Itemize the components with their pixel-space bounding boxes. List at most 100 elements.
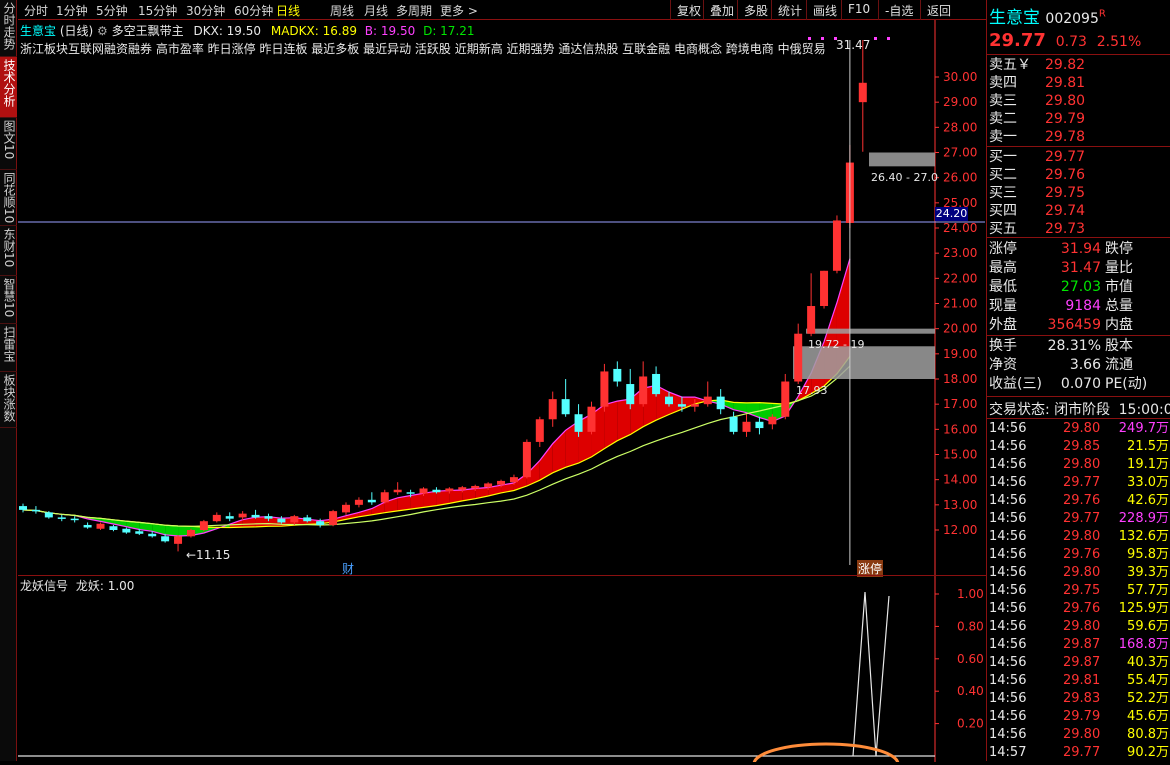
candle-body[interactable] (561, 399, 570, 415)
kline-chart[interactable]: 30.00 29.00 28.00 27.00 26.00 25.00 24.00 23.00… (18, 20, 986, 577)
sell-level-4[interactable]: 卖四 29.81 (987, 74, 1170, 92)
period-tab-1[interactable]: 1分钟 (56, 2, 88, 19)
left-tab-5[interactable]: 智慧10 (0, 276, 17, 324)
period-tab-7[interactable]: 周线 (330, 2, 354, 19)
toolbar-button-4[interactable]: 画线 (806, 0, 843, 20)
candle-body[interactable] (83, 524, 92, 528)
candle-body[interactable] (122, 528, 131, 533)
candle-body[interactable] (574, 414, 583, 432)
buy-level-3[interactable]: 买三 29.75 (987, 184, 1170, 202)
period-tab-4[interactable]: 30分钟 (186, 2, 225, 19)
candle-body[interactable] (393, 489, 402, 493)
candle-body[interactable] (225, 516, 234, 519)
candle-body[interactable] (380, 492, 389, 503)
toolbar-button-3[interactable]: 统计 (771, 0, 808, 20)
candle-body[interactable] (832, 220, 841, 271)
candle-body[interactable] (419, 488, 428, 494)
candle-body[interactable] (535, 419, 544, 442)
candle-body[interactable] (781, 381, 790, 417)
indicator-panel[interactable]: 1.00 0.80 0.60 0.40 0.20 龙妖信号 龙妖: 1.00 (18, 575, 986, 765)
toolbar-button-1[interactable]: 叠加 (703, 0, 740, 20)
candle-body[interactable] (329, 511, 338, 525)
candle-body[interactable] (354, 499, 363, 505)
candle-body[interactable] (484, 483, 493, 488)
candle-body[interactable] (186, 530, 195, 537)
candle-body[interactable] (264, 516, 273, 519)
left-tab-3[interactable]: 同花顺10 (0, 170, 17, 226)
candle-body[interactable] (729, 416, 738, 432)
period-tab-10[interactable]: 更多 > (440, 2, 478, 19)
candle-body[interactable] (19, 506, 27, 510)
candle-body[interactable] (794, 333, 803, 382)
candle-body[interactable] (742, 421, 751, 432)
candle-body[interactable] (342, 504, 350, 513)
buy-level-2[interactable]: 买二 29.76 (987, 166, 1170, 184)
candle-body[interactable] (238, 513, 247, 518)
left-tab-1[interactable]: 技术分析 (0, 57, 17, 118)
candle-body[interactable] (652, 373, 661, 395)
left-tab-0[interactable]: 分时走势 (0, 0, 17, 57)
candle-body[interactable] (755, 421, 764, 429)
period-tab-0[interactable]: 分时 (24, 2, 48, 19)
toolbar-button-0[interactable]: 复权 (670, 0, 707, 20)
candle-body[interactable] (613, 368, 622, 382)
left-tab-2[interactable]: 图文10 (0, 118, 17, 170)
buy-level-4[interactable]: 买四 29.74 (987, 202, 1170, 220)
candle-body[interactable] (497, 480, 506, 485)
candle-body[interactable] (768, 416, 777, 425)
left-tab-7[interactable]: 板块涨数 (0, 372, 17, 428)
period-tab-3[interactable]: 15分钟 (138, 2, 177, 19)
candle-body[interactable] (44, 512, 53, 518)
candle-body[interactable] (31, 509, 40, 512)
candle-body[interactable] (199, 521, 208, 530)
period-tab-8[interactable]: 月线 (364, 2, 388, 19)
sell-level-2[interactable]: 卖二 29.79 (987, 110, 1170, 128)
left-tab-6[interactable]: 扫雷宝 (0, 324, 17, 372)
period-tab-9[interactable]: 多周期 (396, 2, 432, 19)
candle-body[interactable] (509, 477, 518, 483)
candle-body[interactable] (639, 376, 648, 405)
candle-body[interactable] (277, 518, 286, 523)
candle-body[interactable] (665, 396, 673, 405)
candle-body[interactable] (212, 514, 221, 522)
candle-body[interactable] (703, 396, 712, 405)
candle-body[interactable] (303, 517, 312, 522)
candle-body[interactable] (174, 536, 183, 544)
candle-body[interactable] (626, 384, 635, 405)
candle-body[interactable] (522, 441, 531, 478)
candle-body[interactable] (807, 306, 816, 334)
sell-level-5[interactable]: 卖五￥ 29.82 (987, 56, 1170, 74)
candle-body[interactable] (716, 396, 725, 410)
left-tab-4[interactable]: 东财10 (0, 226, 17, 276)
candle-body[interactable] (690, 404, 699, 407)
toolbar-button-7[interactable]: 返回 (920, 0, 957, 20)
candle-body[interactable] (70, 518, 79, 521)
candle-body[interactable] (109, 526, 118, 530)
candle-body[interactable] (96, 523, 105, 529)
candle-body[interactable] (135, 531, 144, 534)
indicator-panel-name[interactable]: 龙妖信号 (20, 579, 68, 593)
sell-level-1[interactable]: 卖一 29.78 (987, 128, 1170, 146)
toolbar-button-5[interactable]: F10 (841, 0, 876, 20)
candle-body[interactable] (148, 533, 157, 537)
candle-body[interactable] (406, 492, 415, 494)
candle-body[interactable] (677, 404, 686, 407)
candle-body[interactable] (367, 499, 376, 503)
candle-body[interactable] (57, 517, 66, 519)
candle-body[interactable] (471, 485, 480, 489)
candle-body[interactable] (432, 489, 441, 493)
candle-body[interactable] (445, 488, 454, 491)
period-tab-2[interactable]: 5分钟 (96, 2, 128, 19)
sell-level-3[interactable]: 卖三 29.80 (987, 92, 1170, 110)
candle-body[interactable] (548, 399, 557, 420)
toolbar-button-6[interactable]: -自选 (878, 0, 919, 20)
buy-level-1[interactable]: 买一 29.77 (987, 148, 1170, 166)
candle-body[interactable] (858, 82, 867, 103)
period-tab-6[interactable]: 日线 (276, 2, 300, 19)
candle-body[interactable] (251, 514, 260, 518)
buy-level-5[interactable]: 买五 29.73 (987, 220, 1170, 238)
candle-body[interactable] (161, 536, 170, 542)
candle-body[interactable] (290, 516, 299, 523)
candle-body[interactable] (587, 406, 596, 432)
settings-icon[interactable]: ⚙ (97, 24, 108, 38)
